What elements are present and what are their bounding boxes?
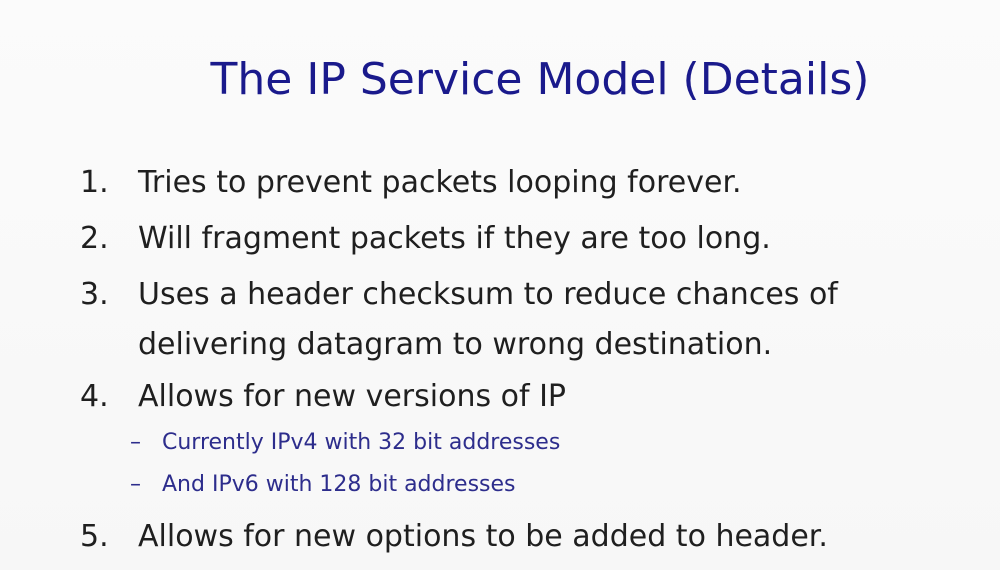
list-item-text: Will fragment packets if they are too lo… — [138, 221, 771, 256]
list-item-1: 1. Tries to prevent packets looping fore… — [80, 158, 980, 208]
list-item-number: 1. — [80, 165, 109, 200]
list-item-3: 3. Uses a header checksum to reduce chan… — [80, 270, 980, 370]
list-item-text-line-1: Uses a header checksum to reduce chances… — [138, 277, 838, 312]
dash-bullet: – — [130, 430, 141, 455]
sub-list-item-2: – And IPv6 with 128 bit addresses — [130, 470, 516, 500]
sub-list-item-text: Currently IPv4 with 32 bit addresses — [162, 430, 561, 455]
list-item-text: Allows for new options to be added to he… — [138, 519, 828, 554]
slide-title: The IP Service Model (Details) — [210, 54, 870, 105]
slide: The IP Service Model (Details) 1. Tries … — [0, 0, 1000, 570]
list-item-number: 4. — [80, 379, 109, 414]
sub-list-item-1: – Currently IPv4 with 32 bit addresses — [130, 428, 560, 458]
sub-list-item-text: And IPv6 with 128 bit addresses — [162, 472, 516, 497]
list-item-2: 2. Will fragment packets if they are too… — [80, 214, 980, 264]
list-item-text: Allows for new versions of IP — [138, 379, 567, 414]
list-item-number: 5. — [80, 519, 109, 554]
dash-bullet: – — [130, 472, 141, 497]
list-item-number: 3. — [80, 277, 109, 312]
list-item-number: 2. — [80, 221, 109, 256]
list-item-text: Tries to prevent packets looping forever… — [138, 165, 742, 200]
list-item-5: 5. Allows for new options to be added to… — [80, 512, 980, 562]
list-item-text-line-2: delivering datagram to wrong destination… — [138, 327, 773, 362]
list-item-4: 4. Allows for new versions of IP — [80, 372, 980, 422]
